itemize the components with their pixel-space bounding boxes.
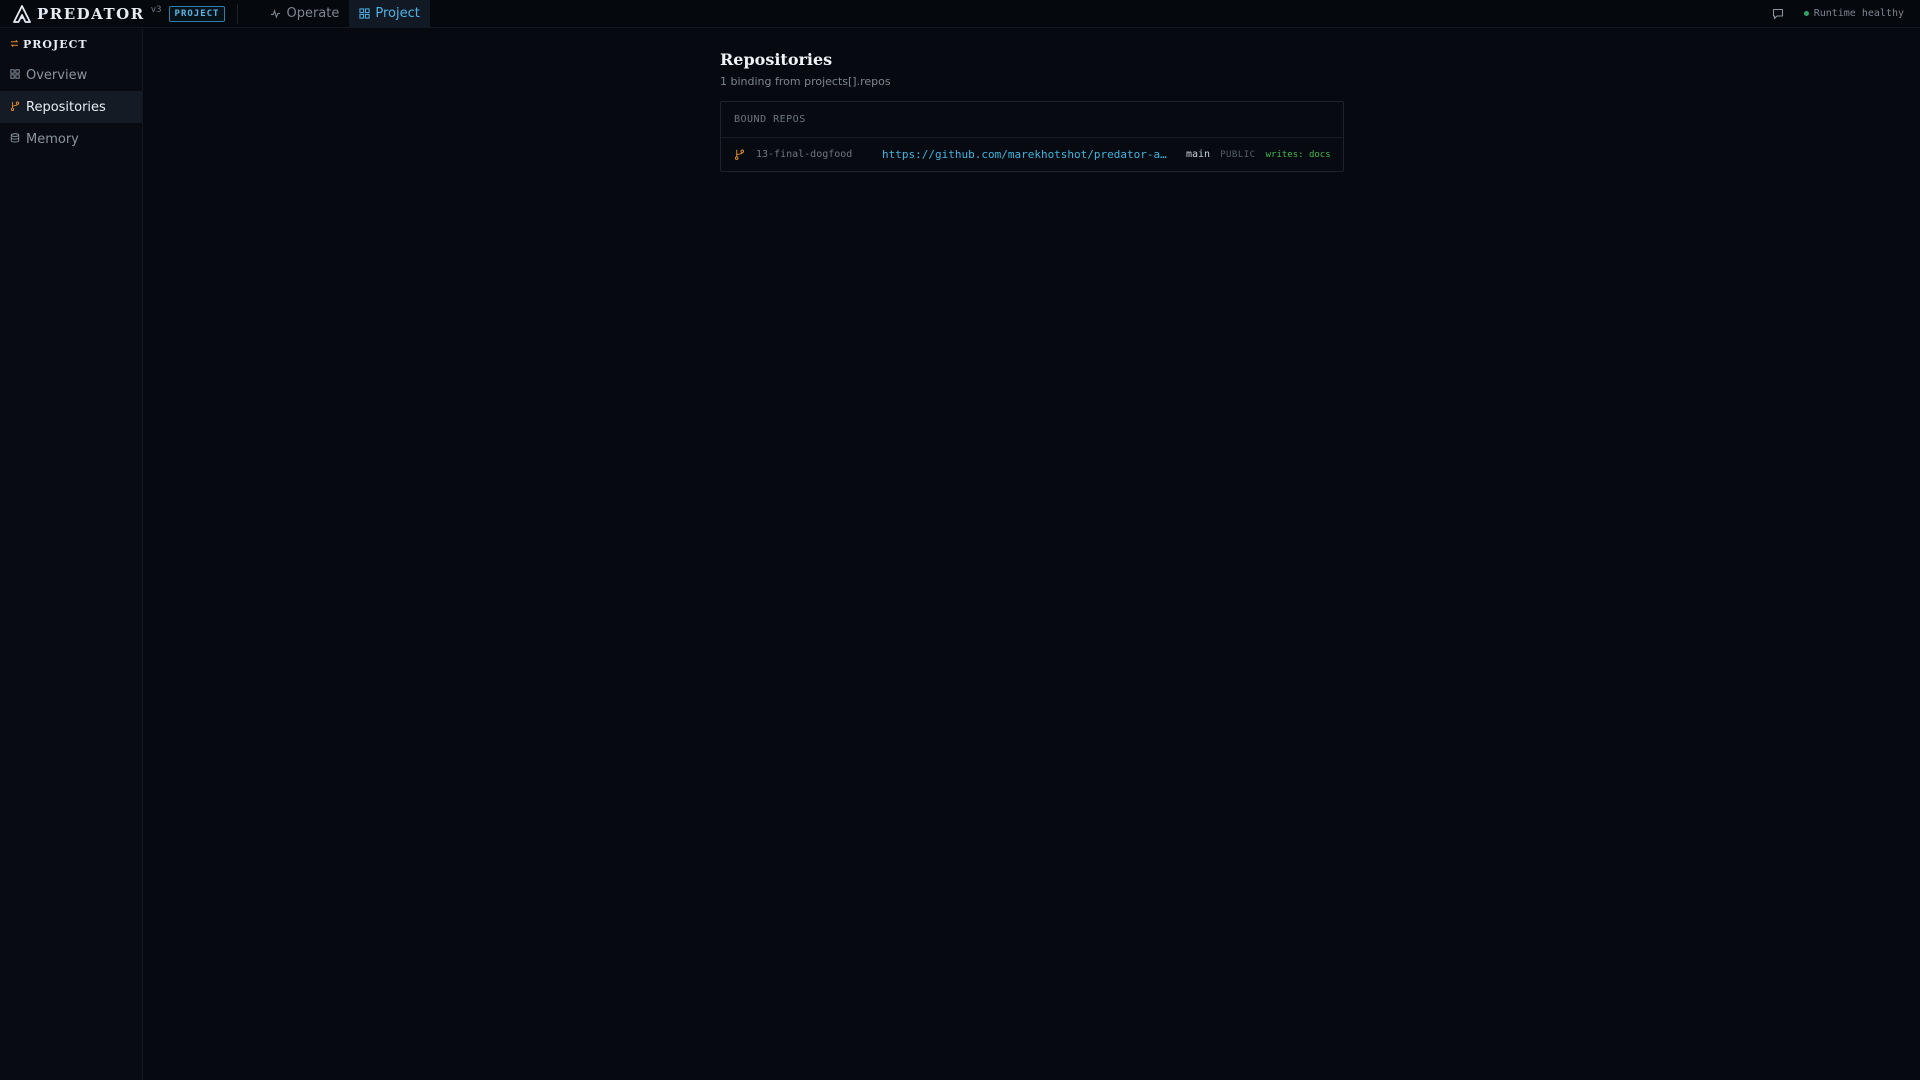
sidebar-header: PROJECT xyxy=(0,29,142,59)
chat-icon[interactable] xyxy=(1772,7,1786,21)
grid-icon xyxy=(10,68,20,83)
git-branch-icon xyxy=(734,149,746,160)
activity-icon xyxy=(270,8,281,19)
page-title: Repositories xyxy=(720,50,833,69)
database-icon xyxy=(10,132,20,147)
git-branch-icon xyxy=(10,100,20,115)
sidebar-item-label: Overview xyxy=(26,67,88,83)
brand-version: v3 xyxy=(150,4,162,15)
sidebar-item-label: Memory xyxy=(26,131,79,147)
tab-project[interactable]: Project xyxy=(349,0,430,28)
tab-project-label: Project xyxy=(375,6,420,21)
repo-writes-badge: writes: docs xyxy=(1265,149,1331,160)
repo-visibility-badge: PUBLIC xyxy=(1220,149,1256,160)
context-badge: PROJECT xyxy=(168,5,226,22)
main-content: Repositories 1 binding from projects[].r… xyxy=(720,50,1344,172)
top-bar-divider xyxy=(237,3,239,24)
sidebar-item-overview[interactable]: Overview xyxy=(0,59,142,91)
brand-name: PREDATOR xyxy=(37,4,145,23)
project-switch-icon xyxy=(10,38,19,51)
bound-repos-card: BOUND REPOS 13-final-dogfood https://git… xyxy=(720,101,1344,172)
table-row[interactable]: 13-final-dogfood https://github.com/mare… xyxy=(721,138,1343,171)
repo-name: 13-final-dogfood xyxy=(756,149,853,160)
runtime-status: Runtime healthy xyxy=(1803,8,1904,19)
repo-branch: main xyxy=(1186,149,1211,160)
top-bar: PREDATOR v3 PROJECT Operate Project Runt… xyxy=(0,0,1920,28)
grid-icon xyxy=(359,8,370,19)
runtime-status-label: Runtime healthy xyxy=(1813,8,1904,19)
status-dot-icon xyxy=(1803,11,1809,16)
main-nav: Operate Project xyxy=(260,0,430,28)
repo-url-link[interactable]: https://github.com/marekhotshot/predator… xyxy=(882,148,1172,161)
sidebar: PROJECT Overview Repositories Memory xyxy=(0,29,143,1080)
sidebar-header-label: PROJECT xyxy=(23,37,88,51)
predator-logo-icon xyxy=(12,4,32,24)
sidebar-item-repositories[interactable]: Repositories xyxy=(0,91,142,123)
top-bar-right: Runtime healthy xyxy=(1772,0,1920,28)
sidebar-item-label: Repositories xyxy=(26,99,106,115)
brand[interactable]: PREDATOR v3 PROJECT xyxy=(0,0,226,28)
sidebar-item-memory[interactable]: Memory xyxy=(0,123,142,155)
tab-operate-label: Operate xyxy=(286,6,340,21)
tab-operate[interactable]: Operate xyxy=(260,0,349,28)
card-header: BOUND REPOS xyxy=(721,102,1343,138)
page-subtitle: 1 binding from projects[].repos xyxy=(720,75,891,88)
